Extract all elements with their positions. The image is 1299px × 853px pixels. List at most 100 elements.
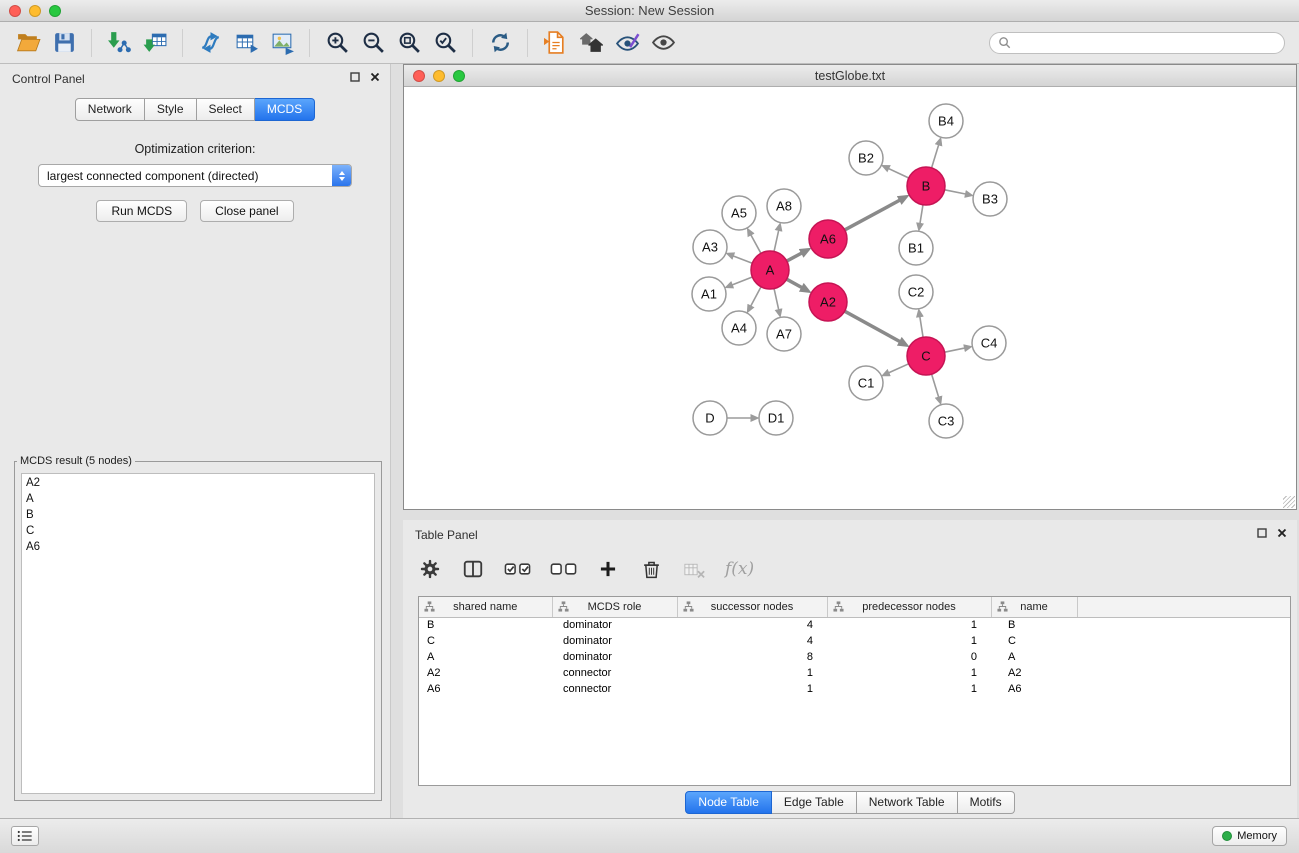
refresh-layout-button[interactable] bbox=[482, 26, 518, 60]
graph-node-B[interactable]: B bbox=[907, 167, 945, 205]
graph-edge-C-C4[interactable] bbox=[945, 348, 965, 352]
deselect-all-columns-button[interactable] bbox=[550, 556, 577, 582]
select-all-columns-button[interactable] bbox=[504, 556, 531, 582]
column-header-successor-nodes[interactable]: successor nodes bbox=[677, 597, 827, 617]
node-table-row[interactable]: Cdominator41C bbox=[419, 633, 1291, 649]
zoom-selected-button[interactable] bbox=[427, 26, 463, 60]
tab-select[interactable]: Select bbox=[197, 98, 255, 121]
graph-edge-A-A5[interactable] bbox=[751, 235, 761, 253]
node-table-row[interactable]: A6connector11A6 bbox=[419, 681, 1291, 697]
function-builder-button[interactable]: f(x) bbox=[725, 556, 754, 582]
graph-edge-B-B1[interactable] bbox=[920, 205, 923, 224]
save-session-button[interactable] bbox=[46, 26, 82, 60]
graph-node-C1[interactable]: C1 bbox=[849, 366, 883, 400]
graph-edge-A-A1[interactable] bbox=[732, 277, 752, 285]
toolbar-search[interactable] bbox=[989, 32, 1285, 54]
export-image-button[interactable] bbox=[264, 26, 300, 60]
import-network-from-file-button[interactable] bbox=[101, 26, 137, 60]
graph-edge-A-A8[interactable] bbox=[774, 230, 779, 251]
tab-network[interactable]: Network bbox=[75, 98, 145, 121]
graph-node-A[interactable]: A bbox=[751, 251, 789, 289]
home-view-button[interactable] bbox=[573, 26, 609, 60]
graph-node-D[interactable]: D bbox=[693, 401, 727, 435]
graph-node-A2[interactable]: A2 bbox=[809, 283, 847, 321]
mcds-result-item[interactable]: A6 bbox=[22, 539, 374, 555]
graph-node-B4[interactable]: B4 bbox=[929, 104, 963, 138]
graph-node-A7[interactable]: A7 bbox=[767, 317, 801, 351]
delete-table-button[interactable] bbox=[682, 556, 706, 582]
node-table-row[interactable]: A2connector11A2 bbox=[419, 665, 1291, 681]
criterion-dropdown[interactable]: largest connected component (directed) bbox=[38, 164, 352, 187]
graph-edge-B-B4[interactable] bbox=[932, 145, 939, 168]
show-hide-button[interactable] bbox=[645, 26, 681, 60]
graph-edge-C-C1[interactable] bbox=[889, 364, 909, 373]
table-settings-button[interactable] bbox=[418, 556, 442, 582]
column-header-name[interactable]: name bbox=[991, 597, 1077, 617]
tab-motifs[interactable]: Motifs bbox=[958, 791, 1015, 814]
graph-node-C2[interactable]: C2 bbox=[899, 275, 933, 309]
graph-node-C[interactable]: C bbox=[907, 337, 945, 375]
tab-edge-table[interactable]: Edge Table bbox=[772, 791, 857, 814]
close-panel-icon[interactable] bbox=[370, 72, 380, 82]
import-table-from-file-button[interactable] bbox=[137, 26, 173, 60]
create-column-button[interactable] bbox=[596, 556, 620, 582]
graph-node-C4[interactable]: C4 bbox=[972, 326, 1006, 360]
delete-columns-button[interactable] bbox=[639, 556, 663, 582]
memory-button[interactable]: Memory bbox=[1212, 826, 1287, 846]
tab-style[interactable]: Style bbox=[145, 98, 197, 121]
graph-node-A4[interactable]: A4 bbox=[722, 311, 756, 345]
mcds-result-item[interactable]: A bbox=[22, 491, 374, 507]
open-session-button[interactable] bbox=[10, 26, 46, 60]
close-panel-icon[interactable] bbox=[1277, 528, 1287, 538]
zoom-out-button[interactable] bbox=[355, 26, 391, 60]
graph-edge-B-B2[interactable] bbox=[889, 169, 909, 178]
network-canvas[interactable]: B4 B2 B B3 A5 A8A6 B1 A3 A C2 A1 A2 A4 A7 C4 C C1 C3 D D1 bbox=[404, 87, 1296, 509]
graph-node-B2[interactable]: B2 bbox=[849, 141, 883, 175]
mcds-result-list[interactable]: A2ABCA6 bbox=[21, 473, 375, 794]
open-document-button[interactable] bbox=[537, 26, 573, 60]
graph-node-B3[interactable]: B3 bbox=[973, 182, 1007, 216]
graph-node-B1[interactable]: B1 bbox=[899, 231, 933, 265]
graph-edge-A-A3[interactable] bbox=[733, 256, 752, 263]
zoom-fit-button[interactable] bbox=[391, 26, 427, 60]
graph-node-A1[interactable]: A1 bbox=[692, 277, 726, 311]
close-panel-button[interactable]: Close panel bbox=[200, 200, 293, 222]
mcds-result-item[interactable]: B bbox=[22, 507, 374, 523]
graph-node-A8[interactable]: A8 bbox=[767, 189, 801, 223]
graph-edge-A-A7[interactable] bbox=[774, 289, 779, 310]
graph-edge-B-B3[interactable] bbox=[945, 190, 966, 194]
graph-node-A5[interactable]: A5 bbox=[722, 196, 756, 230]
float-panel-icon[interactable] bbox=[350, 72, 360, 82]
graph-edge-A-A2[interactable] bbox=[787, 279, 802, 287]
graph-node-C3[interactable]: C3 bbox=[929, 404, 963, 438]
search-input[interactable] bbox=[1016, 36, 1276, 50]
column-header-mcds-role[interactable]: MCDS role bbox=[552, 597, 677, 617]
run-mcds-button[interactable]: Run MCDS bbox=[96, 200, 187, 222]
zoom-in-button[interactable] bbox=[319, 26, 355, 60]
graph-edge-A2-C[interactable] bbox=[845, 311, 900, 341]
tab-node-table[interactable]: Node Table bbox=[685, 791, 772, 814]
mcds-result-item[interactable]: A2 bbox=[22, 475, 374, 491]
column-header-predecessor-nodes[interactable]: predecessor nodes bbox=[827, 597, 991, 617]
new-network-button[interactable] bbox=[192, 26, 228, 60]
graph-node-A3[interactable]: A3 bbox=[693, 230, 727, 264]
graphics-details-button[interactable] bbox=[609, 26, 645, 60]
tab-network-table[interactable]: Network Table bbox=[857, 791, 958, 814]
graph-node-A6[interactable]: A6 bbox=[809, 220, 847, 258]
graph-edge-C-C3[interactable] bbox=[932, 374, 939, 397]
tab-mcds[interactable]: MCDS bbox=[255, 98, 315, 121]
float-panel-icon[interactable] bbox=[1257, 528, 1267, 538]
graph-node-D1[interactable]: D1 bbox=[759, 401, 793, 435]
node-table-row[interactable]: Adominator80A bbox=[419, 649, 1291, 665]
mcds-result-item[interactable]: C bbox=[22, 523, 374, 539]
column-header-shared-name[interactable]: shared name bbox=[419, 597, 552, 617]
window-resize-grip[interactable] bbox=[1283, 496, 1295, 508]
node-table-row[interactable]: Bdominator41B bbox=[419, 617, 1291, 633]
task-history-button[interactable] bbox=[11, 826, 39, 846]
graph-edge-A-A4[interactable] bbox=[751, 287, 761, 306]
show-columns-button[interactable] bbox=[461, 556, 485, 582]
graph-edge-A-A6[interactable] bbox=[787, 253, 802, 261]
graph-edge-A6-B[interactable] bbox=[845, 200, 900, 230]
graph-edge-C-C2[interactable] bbox=[920, 317, 923, 338]
import-network-from-table-button[interactable] bbox=[228, 26, 264, 60]
